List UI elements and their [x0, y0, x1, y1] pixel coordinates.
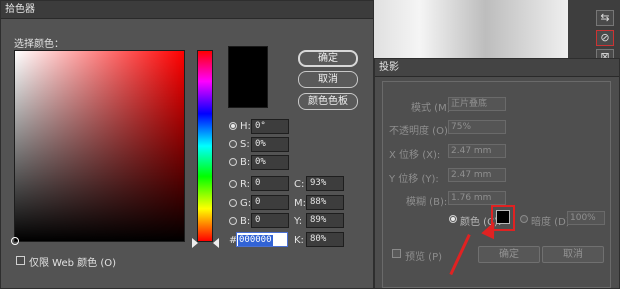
b-input[interactable]: 0%	[251, 155, 289, 170]
swap-colors-icon[interactable]: ⇆	[596, 10, 614, 26]
opacity-input[interactable]: 75%	[448, 120, 506, 134]
k-input[interactable]: 80%	[306, 232, 344, 247]
preview-checkbox[interactable]	[392, 249, 401, 258]
no-fill-icon[interactable]: ⊘	[596, 30, 614, 46]
r-label: R:	[240, 179, 251, 190]
mode-select[interactable]: 正片叠底	[448, 97, 506, 111]
shadow-cancel-button[interactable]: 取消	[542, 246, 604, 263]
opacity-label: 不透明度 (O):	[389, 126, 452, 137]
color-field-marker[interactable]	[11, 237, 19, 245]
c-label: C:	[294, 179, 305, 190]
hue-slider-right-handle[interactable]	[213, 238, 219, 248]
swatches-button[interactable]: 颜色色板	[298, 93, 358, 110]
blue-label: B:	[240, 216, 251, 227]
hue-slider-left-handle[interactable]	[192, 238, 198, 248]
radio-b[interactable]	[229, 158, 237, 166]
preview-label: 预览 (P)	[405, 252, 443, 263]
k-label: K:	[294, 235, 304, 246]
hex-input[interactable]: 000000	[236, 232, 288, 247]
radio-h[interactable]	[229, 122, 237, 130]
g-label: G:	[240, 198, 252, 209]
b-label: B:	[240, 157, 251, 168]
shadow-ok-button[interactable]: 确定	[478, 246, 540, 263]
m-input[interactable]: 88%	[306, 195, 344, 210]
radio-g[interactable]	[229, 199, 237, 207]
y-offset-label: Y 位移 (Y):	[389, 174, 439, 185]
shadow-darkness-radio[interactable]	[520, 215, 528, 223]
shadow-dialog-title: 投影	[375, 59, 619, 77]
x-offset-label: X 位移 (X):	[389, 150, 441, 161]
r-input[interactable]: 0	[251, 176, 289, 191]
color-field[interactable]	[11, 50, 185, 245]
h-input[interactable]: 0°	[251, 119, 289, 134]
x-offset-input[interactable]: 2.47 mm	[448, 144, 506, 158]
ok-button[interactable]: 确定	[298, 50, 358, 67]
dialog-title: 拾色器	[1, 1, 373, 19]
c-input[interactable]: 93%	[306, 176, 344, 191]
m-label: M:	[294, 198, 306, 209]
s-label: S:	[240, 139, 250, 150]
y-input[interactable]: 89%	[306, 213, 344, 228]
y-offset-input[interactable]: 2.47 mm	[448, 168, 506, 182]
radio-r[interactable]	[229, 180, 237, 188]
h-label: H:	[240, 121, 251, 132]
blur-label: 模糊 (B):	[406, 197, 448, 208]
g-input[interactable]: 0	[251, 195, 289, 210]
radio-s[interactable]	[229, 140, 237, 148]
radio-blue[interactable]	[229, 217, 237, 225]
web-only-label: 仅限 Web 颜色 (O)	[29, 258, 117, 269]
shadow-color-radio[interactable]	[449, 215, 457, 223]
select-color-label: 选择颜色：	[14, 39, 64, 50]
hue-slider[interactable]	[197, 50, 213, 242]
darkness-input[interactable]: 100%	[567, 211, 605, 225]
hex-value: 000000	[238, 235, 273, 246]
cancel-button[interactable]: 取消	[298, 71, 358, 88]
blue-input[interactable]: 0	[251, 213, 289, 228]
current-color-swatch	[228, 46, 268, 108]
blur-input[interactable]: 1.76 mm	[448, 191, 506, 205]
web-only-checkbox[interactable]	[16, 256, 25, 265]
y-label: Y:	[294, 216, 303, 227]
s-input[interactable]: 0%	[251, 137, 289, 152]
